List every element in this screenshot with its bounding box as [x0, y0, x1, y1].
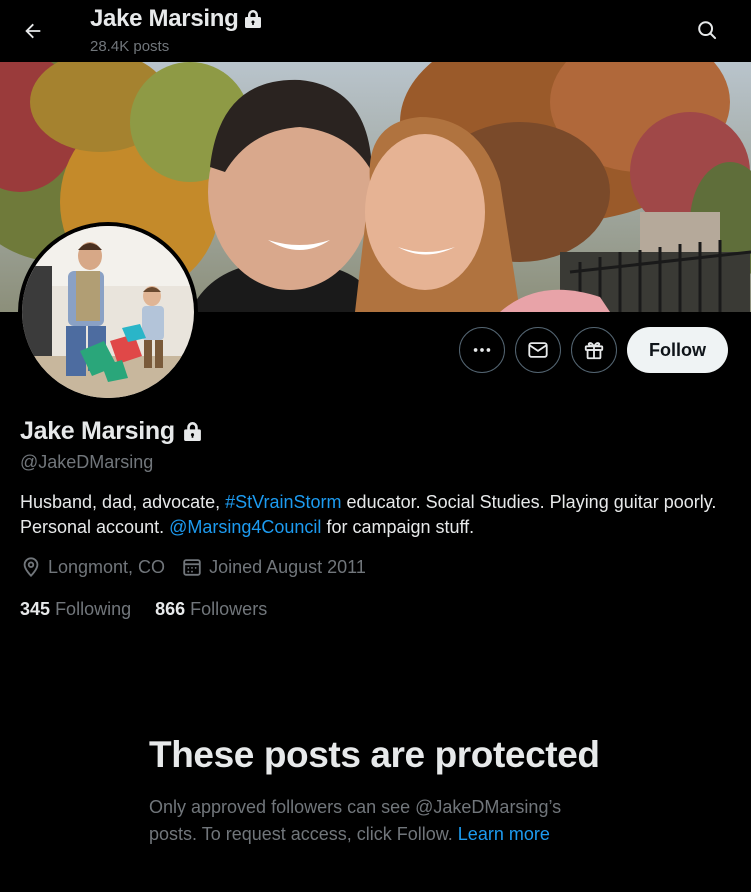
avatar[interactable]	[22, 226, 194, 398]
protected-title: These posts are protected	[149, 734, 600, 775]
followers-link[interactable]: 866 Followers	[155, 599, 267, 620]
profile-stats: 345 Following 866 Followers	[20, 599, 291, 620]
search-icon	[698, 21, 717, 40]
follow-button[interactable]: Follow	[627, 327, 728, 373]
message-button[interactable]	[515, 327, 561, 373]
followers-count: 866	[155, 599, 186, 619]
location-item: Longmont, CO	[20, 556, 165, 578]
profile-meta: Longmont, CO Joined August 2011	[20, 556, 382, 578]
header-title-row: Jake Marsing	[90, 5, 262, 33]
calendar-icon	[183, 559, 201, 576]
profile-name-row: Jake Marsing	[20, 417, 202, 446]
avatar-frame[interactable]	[18, 222, 198, 402]
bio-text: for campaign stuff.	[321, 517, 475, 537]
profile-actions: Follow	[459, 327, 728, 373]
location-pin-icon	[23, 557, 39, 578]
protected-body: Only approved followers can see @JakeDMa…	[149, 794, 609, 848]
top-bar: Jake Marsing 28.4K posts	[0, 0, 751, 62]
location-text: Longmont, CO	[48, 556, 166, 577]
envelope-icon	[528, 342, 548, 358]
joined-item: Joined August 2011	[181, 556, 366, 578]
subscribe-button[interactable]	[571, 327, 617, 373]
mention-link[interactable]: @Marsing4Council	[169, 517, 321, 537]
profile-bio: Husband, dad, advocate, #StVrainStorm ed…	[20, 490, 720, 540]
bio-text: Husband, dad, advocate,	[20, 492, 226, 512]
lock-icon	[183, 422, 201, 441]
profile-handle: @JakeDMarsing	[20, 452, 154, 472]
lock-icon	[245, 10, 262, 28]
more-button[interactable]	[459, 327, 505, 373]
header-title: Jake Marsing	[90, 5, 239, 32]
arrow-left-icon	[25, 23, 41, 39]
following-count: 345	[20, 599, 51, 619]
ellipsis-icon	[473, 348, 491, 352]
learn-more-link[interactable]: Learn more	[458, 824, 550, 844]
protected-notice: These posts are protected Only approved …	[149, 733, 619, 848]
display-name: Jake Marsing	[20, 417, 175, 445]
gift-icon	[584, 342, 604, 360]
hashtag-link[interactable]: #StVrainStorm	[225, 492, 341, 512]
joined-text: Joined August 2011	[209, 556, 366, 577]
following-label: Following	[55, 599, 132, 619]
followers-label: Followers	[190, 599, 268, 619]
search-button[interactable]	[689, 12, 725, 48]
posts-count: 28.4K posts	[90, 38, 170, 55]
following-link[interactable]: 345 Following	[20, 599, 131, 620]
back-button[interactable]	[14, 12, 52, 50]
